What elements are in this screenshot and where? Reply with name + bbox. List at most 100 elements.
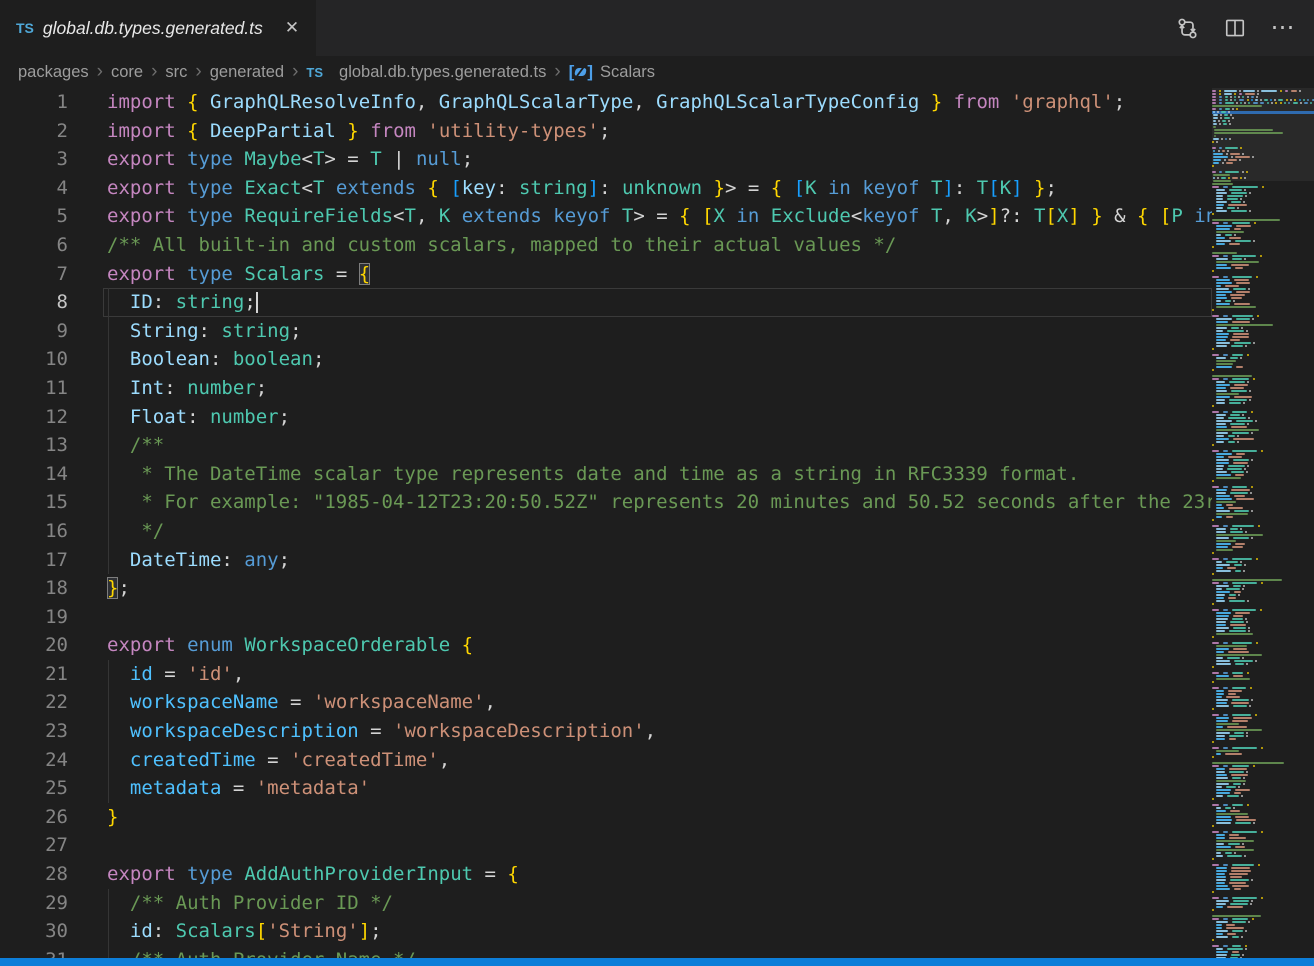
line-number[interactable]: 25 [0, 774, 68, 803]
line-number[interactable]: 7 [0, 260, 68, 289]
breadcrumb-item-generated[interactable]: generated [210, 63, 284, 82]
code-text: id: Scalars['String']; [107, 917, 382, 946]
indent-guide [108, 717, 109, 746]
indent-guide [108, 431, 109, 460]
code-line[interactable]: 11 Int: number; [0, 374, 1212, 403]
line-number[interactable]: 12 [0, 403, 68, 432]
line-number[interactable]: 3 [0, 145, 68, 174]
code-line[interactable]: 13 /** [0, 431, 1212, 460]
breadcrumb-symbol[interactable]: Scalars [600, 63, 655, 82]
indent-guide [108, 774, 109, 803]
line-number[interactable]: 23 [0, 717, 68, 746]
code-line[interactable]: 22 workspaceName = 'workspaceName', [0, 688, 1212, 717]
more-actions-button[interactable]: ⋯ [1266, 11, 1300, 45]
code-line[interactable]: 26} [0, 803, 1212, 832]
tab-title: global.db.types.generated.ts [43, 18, 272, 39]
line-number[interactable]: 6 [0, 231, 68, 260]
line-number[interactable]: 13 [0, 431, 68, 460]
line-number[interactable]: 15 [0, 488, 68, 517]
code-line[interactable]: 2import { DeepPartial } from 'utility-ty… [0, 117, 1212, 146]
open-changes-button[interactable] [1170, 11, 1204, 45]
symbol-type-icon: [] [569, 62, 593, 82]
line-number[interactable]: 29 [0, 889, 68, 918]
code-line[interactable]: 15 * For example: "1985-04-12T23:20:50.5… [0, 488, 1212, 517]
code-line[interactable]: 12 Float: number; [0, 403, 1212, 432]
breadcrumb-item-src[interactable]: src [165, 63, 187, 82]
line-number[interactable]: 5 [0, 202, 68, 231]
line-number[interactable]: 22 [0, 688, 68, 717]
code-line[interactable]: 25 metadata = 'metadata' [0, 774, 1212, 803]
code-text: export type AddAuthProviderInput = { [107, 860, 519, 889]
code-line[interactable]: 31 /** Auth Provider Name */ [0, 946, 1212, 958]
line-number[interactable]: 26 [0, 803, 68, 832]
code-line[interactable]: 23 workspaceDescription = 'workspaceDesc… [0, 717, 1212, 746]
indent-guide [108, 488, 109, 517]
code-line[interactable]: 8 ID: string; [0, 288, 1212, 317]
code-line[interactable]: 18}; [0, 574, 1212, 603]
typescript-file-icon: TS [16, 20, 34, 36]
line-number[interactable]: 20 [0, 631, 68, 660]
split-editor-button[interactable] [1218, 11, 1252, 45]
code-line[interactable]: 27 [0, 831, 1212, 860]
code-text: ID: string; [107, 288, 258, 317]
tab-bar: TS global.db.types.generated.ts ✕ [0, 0, 1314, 56]
indent-guide [108, 946, 109, 958]
code-line[interactable]: 4export type Exact<T extends { [key: str… [0, 174, 1212, 203]
code-text: Boolean: boolean; [107, 345, 324, 374]
tab-global-db-types[interactable]: TS global.db.types.generated.ts ✕ [0, 0, 316, 56]
indent-guide [108, 546, 109, 575]
line-number[interactable]: 24 [0, 746, 68, 775]
line-number[interactable]: 2 [0, 117, 68, 146]
line-number[interactable]: 17 [0, 546, 68, 575]
indent-guide [108, 403, 109, 432]
code-line[interactable]: 17 DateTime: any; [0, 546, 1212, 575]
code-line[interactable]: 30 id: Scalars['String']; [0, 917, 1212, 946]
code-line[interactable]: 16 */ [0, 517, 1212, 546]
code-line[interactable]: 10 Boolean: boolean; [0, 345, 1212, 374]
line-number[interactable]: 10 [0, 345, 68, 374]
code-line[interactable]: 20export enum WorkspaceOrderable { [0, 631, 1212, 660]
code-text: } [107, 803, 118, 832]
line-number[interactable]: 18 [0, 574, 68, 603]
line-number[interactable]: 19 [0, 603, 68, 632]
code-line[interactable]: 24 createdTime = 'createdTime', [0, 746, 1212, 775]
line-number[interactable]: 8 [0, 288, 68, 317]
code-text: id = 'id', [107, 660, 244, 689]
line-number[interactable]: 28 [0, 860, 68, 889]
code-line[interactable]: 28 export type AddAuthProviderInput = { [0, 860, 1212, 889]
minimap[interactable] [1212, 88, 1314, 958]
code-line[interactable]: 19 [0, 603, 1212, 632]
tab-close-icon[interactable]: ✕ [280, 16, 304, 40]
breadcrumb-item-core[interactable]: core [111, 63, 143, 82]
code-line[interactable]: 6 /** All built-in and custom scalars, ma… [0, 231, 1212, 260]
code-text: metadata = 'metadata' [107, 774, 370, 803]
code-line[interactable]: 5export type RequireFields<T, K extends … [0, 202, 1212, 231]
line-number[interactable]: 1 [0, 88, 68, 117]
code-line[interactable]: 9 String: string; [0, 317, 1212, 346]
code-text: export type Maybe<T> = T | null; [107, 145, 473, 174]
code-line[interactable]: 29 /** Auth Provider ID */ [0, 889, 1212, 918]
code-line[interactable]: 3 export type Maybe<T> = T | null; [0, 145, 1212, 174]
line-number[interactable]: 4 [0, 174, 68, 203]
code-line[interactable]: 21 id = 'id', [0, 660, 1212, 689]
breadcrumb-file[interactable]: global.db.types.generated.ts [339, 63, 546, 82]
code-area[interactable]: 1import { GraphQLResolveInfo, GraphQLSca… [0, 88, 1212, 958]
line-number[interactable]: 16 [0, 517, 68, 546]
line-number[interactable]: 11 [0, 374, 68, 403]
line-number[interactable]: 14 [0, 460, 68, 489]
breadcrumb-item-packages[interactable]: packages [18, 63, 89, 82]
line-number[interactable]: 21 [0, 660, 68, 689]
chevron-right-icon: › [150, 64, 158, 80]
line-number[interactable]: 31 [0, 946, 68, 958]
line-number[interactable]: 27 [0, 831, 68, 860]
code-line[interactable]: 1import { GraphQLResolveInfo, GraphQLSca… [0, 88, 1212, 117]
breadcrumb: packages›core›src›generated›TSglobal.db.… [0, 56, 1314, 88]
code-line[interactable]: 14 * The DateTime scalar type represents… [0, 460, 1212, 489]
code-line[interactable]: 7export type Scalars = { [0, 260, 1212, 289]
code-text: /** All built-in and custom scalars, map… [107, 231, 896, 260]
line-number[interactable]: 30 [0, 917, 68, 946]
code-text: String: string; [107, 317, 302, 346]
line-number[interactable]: 9 [0, 317, 68, 346]
indent-guide [108, 660, 109, 689]
vscode-window: TS global.db.types.generated.ts ✕ [0, 0, 1314, 966]
